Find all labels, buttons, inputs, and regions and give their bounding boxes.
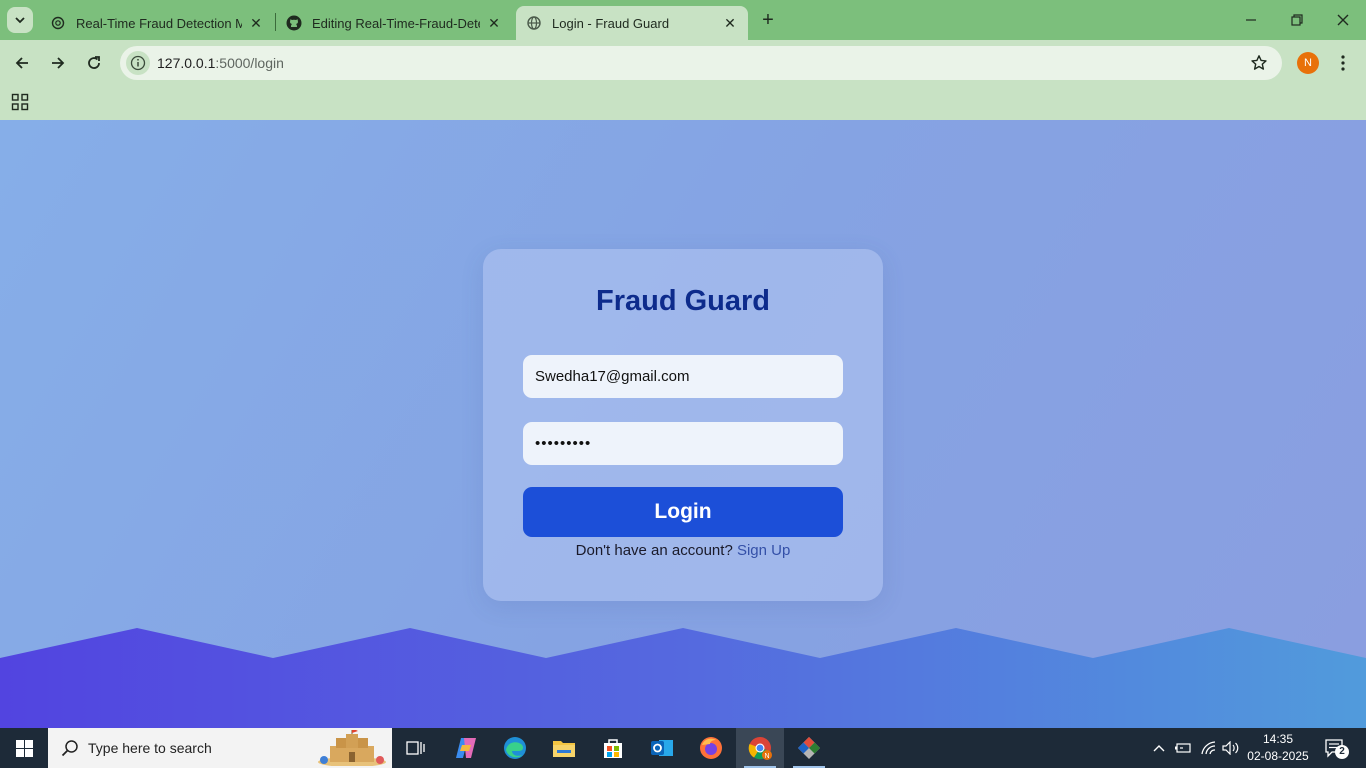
chrome-icon: N — [748, 737, 772, 760]
tab-title: Editing Real-Time-Fraud-Detecti — [312, 15, 480, 31]
microsoft-store-button[interactable] — [589, 728, 637, 768]
git-tool-icon — [798, 737, 820, 759]
task-view-icon — [406, 741, 425, 755]
signup-link[interactable]: Sign Up — [737, 542, 790, 559]
tab-login-fraud-guard[interactable]: Login - Fraud Guard ✕ — [516, 6, 748, 40]
firefox-button[interactable] — [687, 728, 735, 768]
minimize-button[interactable] — [1228, 0, 1274, 40]
clock-time: 14:35 — [1262, 732, 1294, 746]
speaker-icon — [1222, 741, 1239, 755]
folder-icon — [553, 741, 575, 757]
edge-button[interactable] — [491, 728, 539, 768]
tab-title: Real-Time Fraud Detection ML — [76, 15, 242, 31]
url-text[interactable]: 127.0.0.1:5000/login — [157, 55, 284, 71]
page-viewport: Fraud Guard Swedha17@gmail.com •••••••••… — [0, 120, 1366, 728]
chatgpt-icon — [50, 15, 66, 31]
system-clock[interactable]: 14:35 02-08-2025 — [1240, 731, 1316, 765]
forward-button[interactable] — [44, 49, 72, 77]
tab-strip: Real-Time Fraud Detection ML ✕ Editing R… — [0, 0, 1366, 40]
search-placeholder: Type here to search — [88, 740, 212, 756]
volume-button[interactable] — [1220, 728, 1242, 768]
chrome-button[interactable]: N — [736, 728, 784, 768]
outlook-button[interactable] — [638, 728, 686, 768]
password-field[interactable]: ••••••••• — [523, 422, 843, 465]
chevron-up-icon — [1153, 745, 1165, 752]
minimize-icon — [1246, 19, 1256, 21]
address-bar[interactable]: 127.0.0.1:5000/login — [120, 46, 1282, 80]
signup-prompt: Don't have an account? Sign Up — [483, 542, 883, 559]
restore-button[interactable] — [1274, 0, 1320, 40]
wifi-button[interactable] — [1196, 728, 1220, 768]
file-explorer-button[interactable] — [540, 728, 588, 768]
windows-logo-icon — [15, 739, 33, 757]
github-icon — [286, 15, 302, 31]
url-path: :5000/login — [215, 55, 284, 71]
firefox-icon — [700, 737, 722, 759]
wifi-icon — [1201, 741, 1216, 755]
close-icon[interactable]: ✕ — [722, 15, 738, 31]
start-button[interactable] — [0, 728, 48, 768]
arrow-left-icon — [15, 57, 28, 69]
search-icon — [61, 740, 78, 757]
edge-icon — [504, 737, 526, 759]
back-button[interactable] — [8, 49, 36, 77]
tab-search-button[interactable] — [7, 7, 33, 33]
apps-grid-icon[interactable] — [11, 93, 29, 111]
new-tab-button[interactable]: + — [757, 9, 779, 31]
svg-text:N: N — [764, 753, 769, 760]
git-app-button[interactable] — [785, 728, 833, 768]
browser-menu-button[interactable] — [1332, 52, 1354, 74]
reload-button[interactable] — [80, 49, 108, 77]
taskbar-search-box[interactable]: Type here to search — [48, 728, 392, 768]
clock-date: 02-08-2025 — [1247, 749, 1309, 763]
plus-icon: + — [762, 8, 774, 31]
login-button[interactable]: Login — [523, 487, 843, 537]
tab-fraud-detection-ml[interactable]: Real-Time Fraud Detection ML ✕ — [40, 6, 274, 40]
windows-taskbar: Type here to search N 14:35 02-08-2025 2 — [0, 728, 1366, 768]
store-icon — [604, 739, 622, 758]
outlook-icon — [651, 740, 673, 756]
close-icon — [1337, 14, 1349, 26]
copilot-icon — [456, 738, 476, 758]
show-hidden-icons-button[interactable] — [1148, 728, 1170, 768]
tab-github-editing[interactable]: Editing Real-Time-Fraud-Detecti ✕ — [276, 6, 512, 40]
copilot-button[interactable] — [442, 728, 490, 768]
profile-avatar[interactable]: N — [1297, 52, 1319, 74]
task-view-button[interactable] — [392, 728, 440, 768]
url-host: 127.0.0.1 — [157, 55, 216, 71]
wave-background — [0, 628, 1366, 728]
globe-icon — [526, 15, 542, 31]
site-info-button[interactable] — [126, 51, 150, 75]
reload-icon — [88, 56, 100, 69]
brand-title: Fraud Guard — [595, 285, 770, 317]
close-icon[interactable]: ✕ — [486, 15, 502, 31]
more-vertical-icon — [1341, 55, 1345, 71]
restore-icon — [1291, 14, 1303, 26]
battery-icon — [1175, 743, 1191, 753]
info-icon — [130, 55, 146, 71]
chevron-down-icon — [15, 17, 25, 24]
signup-prompt-text: Don't have an account? — [575, 542, 733, 559]
login-card: Fraud Guard Swedha17@gmail.com •••••••••… — [483, 249, 883, 601]
bookmarks-bar — [0, 86, 1366, 120]
battery-button[interactable] — [1172, 728, 1194, 768]
close-window-button[interactable] — [1320, 0, 1366, 40]
email-field[interactable]: Swedha17@gmail.com — [523, 355, 843, 398]
browser-toolbar: 127.0.0.1:5000/login N — [0, 40, 1366, 86]
arrow-right-icon — [52, 57, 65, 69]
bookmark-star-icon[interactable] — [1250, 54, 1268, 72]
notification-count-badge: 2 — [1335, 745, 1349, 759]
close-icon[interactable]: ✕ — [248, 15, 264, 31]
notification-center-button[interactable]: 2 — [1320, 728, 1350, 768]
sandcastle-icon — [318, 730, 386, 766]
tab-title: Login - Fraud Guard — [552, 15, 670, 31]
